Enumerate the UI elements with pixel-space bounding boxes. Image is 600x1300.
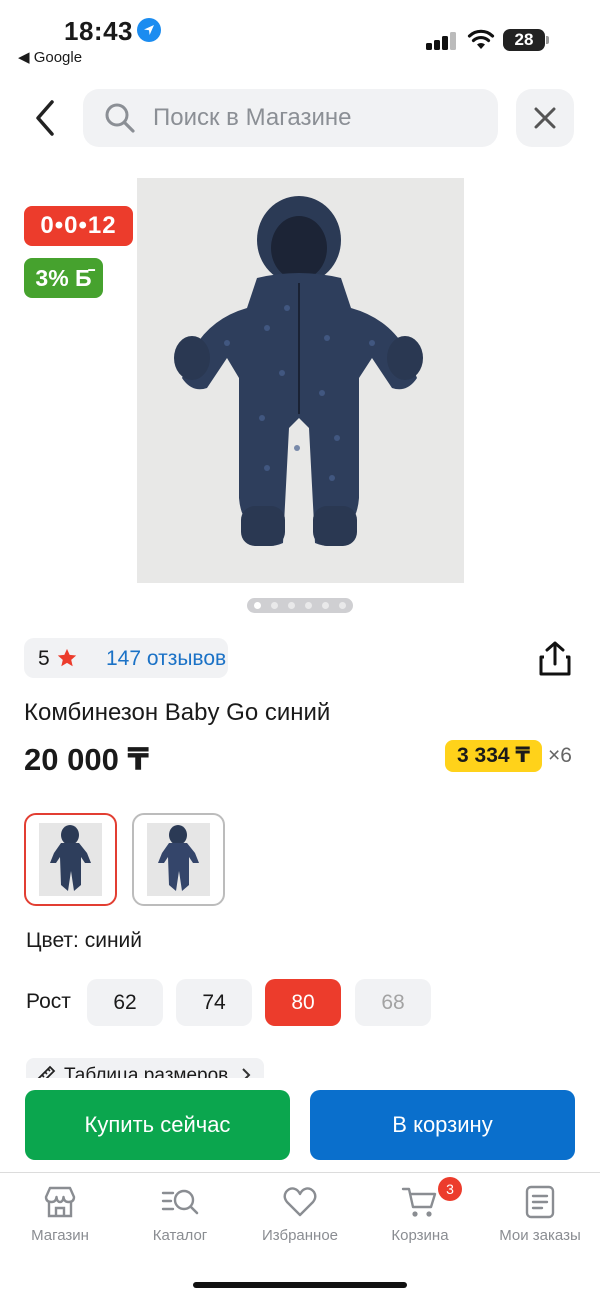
catalog-search-icon bbox=[161, 1189, 199, 1215]
color-swatch-selected[interactable] bbox=[24, 813, 117, 906]
location-arrow-icon bbox=[137, 18, 161, 42]
swatch-thumbnail bbox=[147, 823, 210, 896]
installment-multiplier: ×6 bbox=[548, 744, 572, 767]
close-icon bbox=[534, 107, 556, 129]
size-label: Рост bbox=[26, 990, 71, 1013]
share-icon[interactable] bbox=[536, 640, 574, 678]
home-indicator[interactable] bbox=[193, 1282, 407, 1288]
battery-indicator: 28 bbox=[503, 29, 545, 51]
size-option-unavailable[interactable]: 68 bbox=[355, 979, 431, 1026]
rating-score: 5 bbox=[38, 647, 50, 670]
size-option[interactable]: 62 bbox=[87, 979, 163, 1026]
orders-icon bbox=[525, 1185, 555, 1219]
tab-label: Магазин bbox=[31, 1227, 89, 1244]
tab-favorites[interactable]: Избранное bbox=[240, 1185, 360, 1255]
back-to-app-link[interactable]: ◀ Google bbox=[18, 48, 82, 66]
back-chevron-icon[interactable] bbox=[28, 96, 62, 140]
battery-nub bbox=[546, 36, 549, 44]
cart-count-badge: 3 bbox=[438, 1177, 462, 1201]
star-icon bbox=[57, 648, 77, 667]
status-bar: 18:43 ◀ Google 28 bbox=[0, 0, 600, 78]
tab-store[interactable]: Магазин bbox=[0, 1185, 120, 1255]
tab-catalog[interactable]: Каталог bbox=[120, 1185, 240, 1255]
tab-label: Избранное bbox=[261, 1227, 339, 1244]
cellular-signal-icon bbox=[426, 32, 458, 50]
color-swatch[interactable] bbox=[132, 813, 225, 906]
gallery-pagination[interactable] bbox=[247, 598, 353, 613]
search-icon bbox=[105, 103, 135, 133]
color-label: Цвет: синий bbox=[26, 929, 143, 952]
bonus-badge: 3% Б̄ bbox=[24, 258, 103, 298]
rating-chip[interactable]: 5 147 отзывов bbox=[24, 638, 228, 678]
installment-price[interactable]: 3 334 ₸ bbox=[445, 740, 542, 772]
add-to-cart-button[interactable]: В корзину bbox=[310, 1090, 575, 1160]
search-bar[interactable] bbox=[83, 89, 498, 147]
size-option[interactable]: 74 bbox=[176, 979, 252, 1026]
buy-now-button[interactable]: Купить сейчас bbox=[25, 1090, 290, 1160]
cart-icon bbox=[401, 1187, 437, 1217]
timer-badge: 0•0•12 bbox=[24, 206, 133, 246]
bottom-tab-bar: Магазин Каталог Избранное Корзина Мои за… bbox=[0, 1172, 600, 1300]
tab-label: Корзина bbox=[391, 1227, 449, 1244]
heart-icon bbox=[283, 1187, 317, 1217]
wifi-icon bbox=[467, 29, 495, 49]
product-price: 20 000 ₸ bbox=[24, 742, 149, 777]
store-icon bbox=[44, 1186, 76, 1218]
swatch-thumbnail bbox=[39, 823, 102, 896]
product-title: Комбинезон Baby Go синий bbox=[24, 699, 331, 726]
product-image[interactable] bbox=[137, 178, 464, 583]
size-option-selected[interactable]: 80 bbox=[265, 979, 341, 1026]
status-time: 18:43 bbox=[64, 16, 133, 46]
tab-orders[interactable]: Мои заказы bbox=[480, 1185, 600, 1255]
tab-label: Мои заказы bbox=[499, 1227, 581, 1244]
tab-cart[interactable]: Корзина bbox=[360, 1185, 480, 1255]
reviews-link[interactable]: 147 отзывов bbox=[106, 647, 226, 671]
close-button[interactable] bbox=[516, 89, 574, 147]
snowsuit-illustration bbox=[174, 196, 423, 546]
search-input[interactable] bbox=[153, 89, 483, 147]
tab-label: Каталог bbox=[152, 1227, 208, 1244]
